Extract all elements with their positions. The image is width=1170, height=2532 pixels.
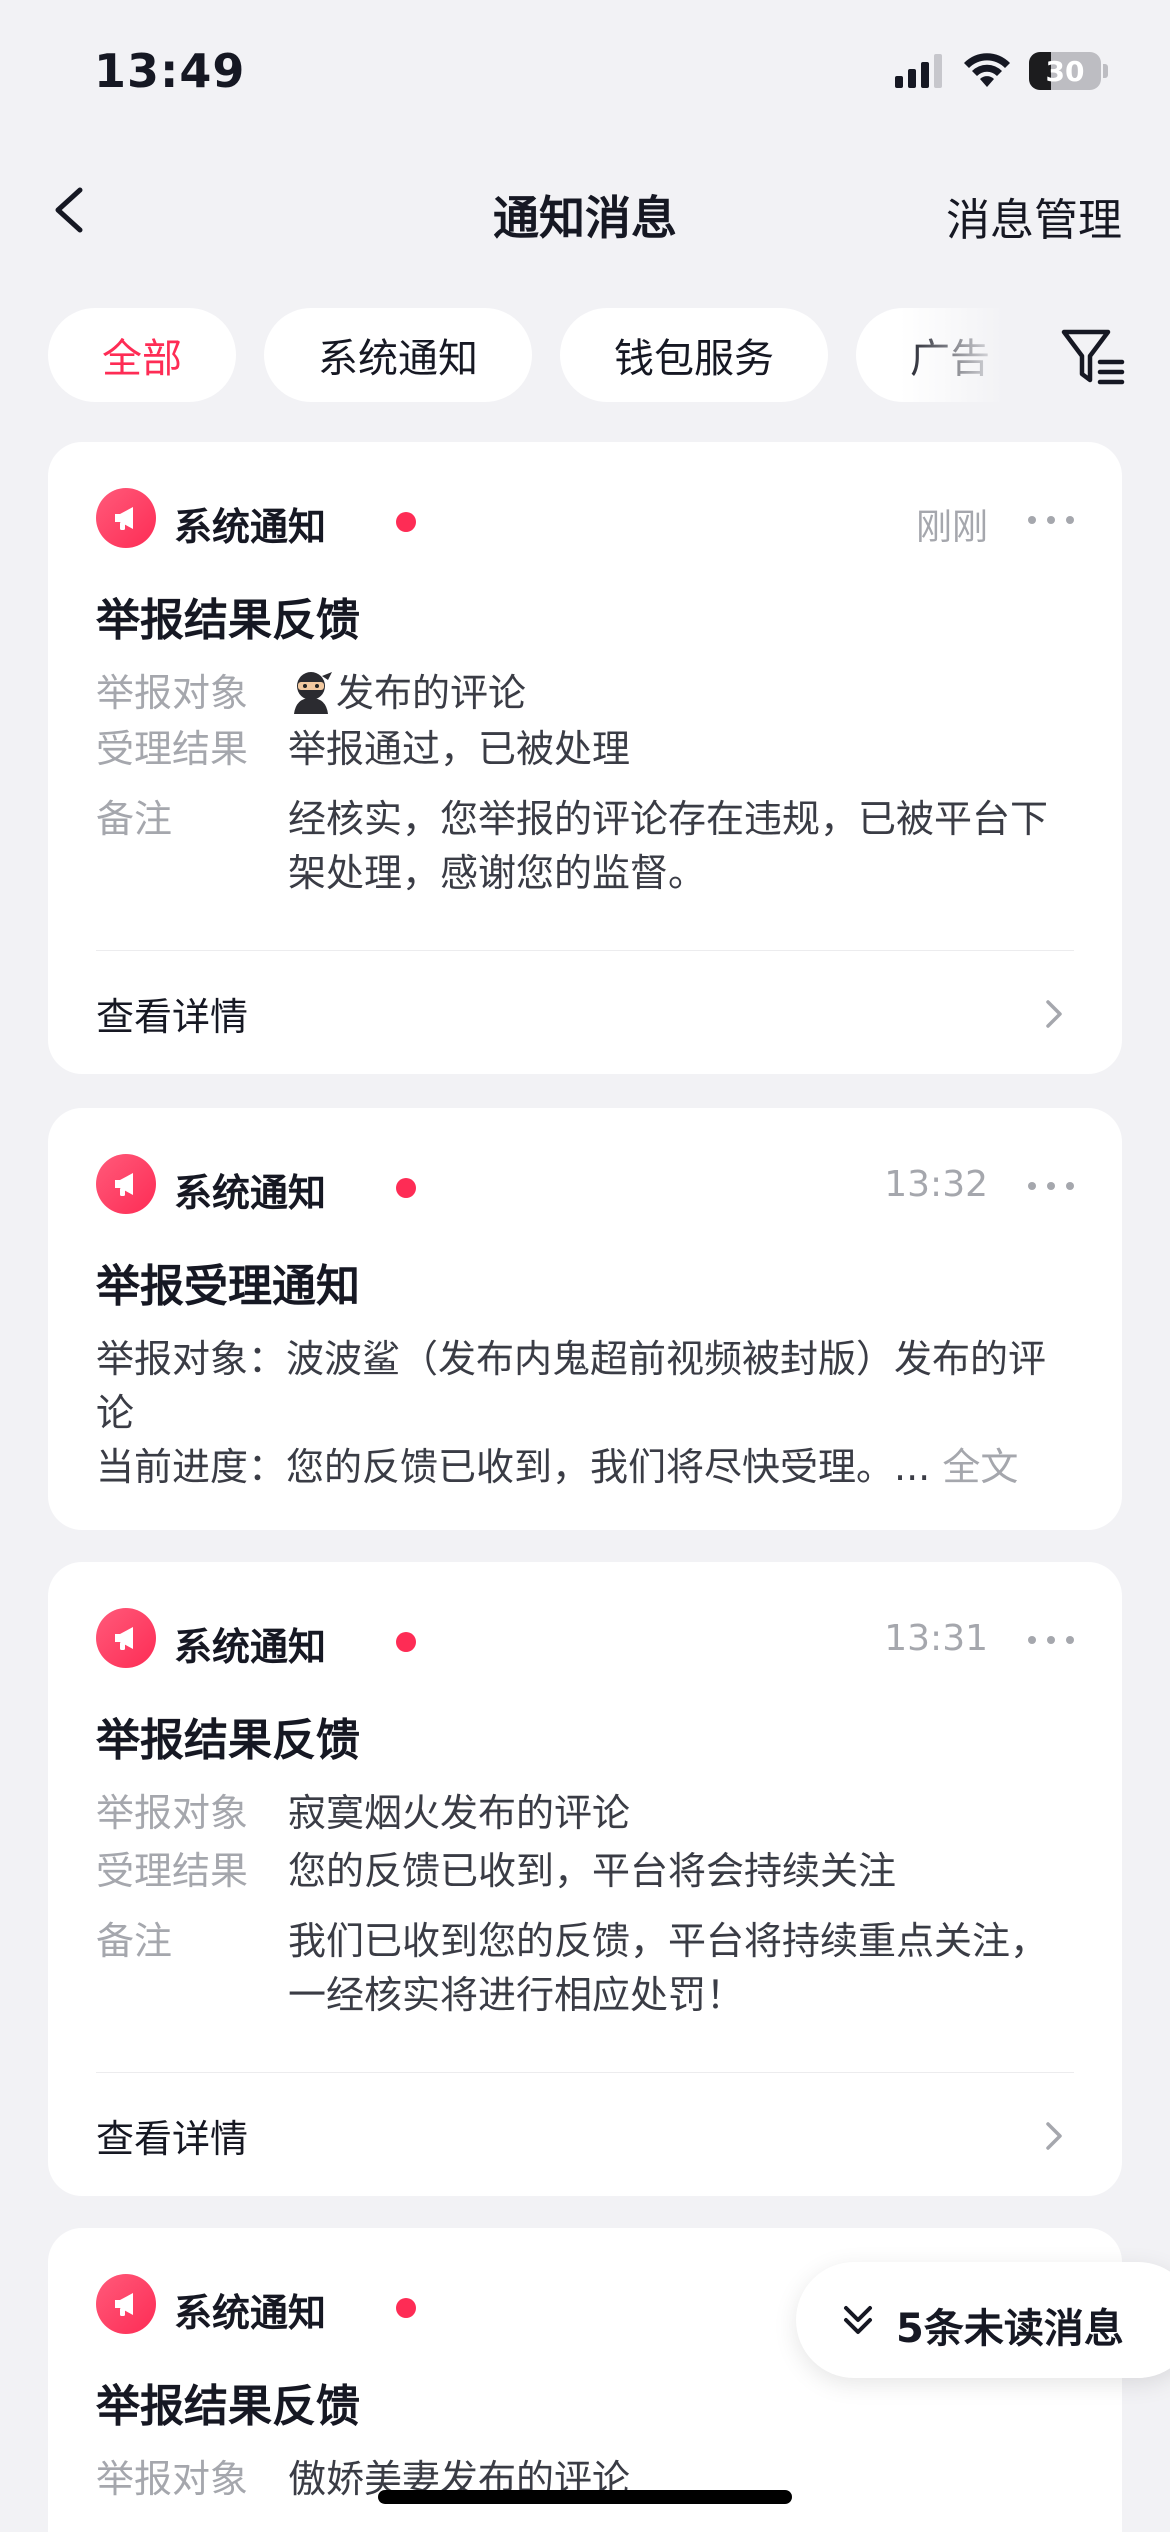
kv-row: 受理结果 举报通过，已被处理	[96, 722, 1074, 776]
chevron-right-icon	[1046, 2122, 1062, 2150]
kv-value-line: 架处理，感谢您的监督。	[288, 851, 707, 895]
kv-key: 举报对象	[96, 671, 249, 715]
filter-tabs: 全部 系统通知 钱包服务 广告	[48, 308, 1008, 404]
tab-wallet-service[interactable]: 钱包服务	[560, 308, 828, 402]
kv-row: 备注 经核实，您举报的评论存在违规，已被平台下 架处理，感谢您的监督。	[96, 792, 1074, 900]
nav-header: 通知消息 消息管理	[0, 160, 1170, 260]
report-target-text: 发布的评论	[336, 671, 527, 715]
card-time: 13:32	[884, 1164, 988, 1205]
progress-line: 当前进度：您的反馈已收到，我们将尽快受理。... 全文	[96, 1440, 1074, 1494]
tab-all[interactable]: 全部	[48, 308, 236, 402]
view-details-label: 查看详情	[96, 2117, 249, 2161]
wifi-icon	[964, 53, 1010, 87]
unread-messages-button[interactable]: 5条未读消息	[796, 2262, 1170, 2378]
card-time: 刚刚	[915, 507, 988, 548]
kv-key: 举报对象	[96, 2457, 249, 2501]
chevron-right-icon	[1046, 1000, 1062, 1028]
more-options-icon[interactable]	[1028, 516, 1074, 526]
battery-icon: 30	[1029, 52, 1101, 90]
filter-icon[interactable]	[1058, 322, 1128, 392]
kv-key: 备注	[96, 797, 173, 841]
megaphone-icon	[96, 1608, 156, 1668]
report-target-line: 举报对象：波波鲨（发布内鬼超前视频被封版）发布的评	[96, 1337, 1047, 1381]
source-name: 系统通知	[174, 1171, 327, 1215]
view-details-row[interactable]: 查看详情	[96, 974, 1074, 1054]
home-indicator[interactable]	[378, 2490, 792, 2504]
kv-value: 举报通过，已被处理	[288, 727, 631, 771]
kv-value-line: 一经核实将进行相应处罚！	[288, 1973, 745, 2017]
card-header: 系统通知 刚刚	[96, 488, 1074, 552]
kv-value: 您的反馈已收到，平台将会持续关注	[288, 1849, 897, 1893]
megaphone-icon	[96, 1154, 156, 1214]
kv-key: 受理结果	[96, 1849, 249, 1893]
notification-card[interactable]: 系统通知 13:32 举报受理通知 举报对象：波波鲨（发布内鬼超前视频被封版）发…	[48, 1108, 1122, 1530]
more-options-icon[interactable]	[1028, 1636, 1074, 1646]
card-title: 举报结果反馈	[96, 2381, 360, 2432]
kv-key: 备注	[96, 1919, 173, 1963]
card-title: 举报结果反馈	[96, 1715, 360, 1766]
unread-dot	[396, 1632, 416, 1652]
kv-value-line: 经核实，您举报的评论存在违规，已被平台下	[288, 797, 1049, 841]
notification-card[interactable]: 系统通知 刚刚 举报结果反馈 举报对象 发布的评论 受理结果 举报通过，已被处理	[48, 442, 1122, 1074]
view-details-row[interactable]: 查看详情	[96, 2096, 1074, 2176]
status-bar: 13:49 30	[0, 0, 1170, 140]
notification-card[interactable]: 系统通知 13:31 举报结果反馈 举报对象 寂寞烟火发布的评论 受理结果 您的…	[48, 1562, 1122, 2196]
more-options-icon[interactable]	[1028, 1182, 1074, 1192]
kv-row: 备注 我们已收到您的反馈，平台将持续重点关注， 一经核实将进行相应处罚！	[96, 1914, 1074, 2022]
unread-messages-label: 5条未读消息	[896, 2306, 1124, 2352]
kv-row: 举报对象 寂寞烟火发布的评论	[96, 1786, 1074, 1840]
message-management-button[interactable]: 消息管理	[946, 184, 1122, 248]
megaphone-icon	[96, 2274, 156, 2334]
unread-dot	[396, 1178, 416, 1198]
unread-dot	[396, 512, 416, 532]
kv-value: 寂寞烟火发布的评论	[288, 1791, 631, 1835]
divider	[96, 2072, 1074, 2073]
source-name: 系统通知	[174, 1625, 327, 1669]
notifications-screen: 13:49 30 通知消息 消息管理 全部 系统通知 钱包服务 系统通知 刚刚 …	[0, 0, 1170, 2532]
cellular-signal-icon	[895, 54, 942, 88]
battery-indicator: 30	[1029, 52, 1108, 90]
status-indicators: 30	[895, 52, 1108, 90]
megaphone-icon	[96, 488, 156, 548]
progress-text: 当前进度：您的反馈已收到，我们将尽快受理。...	[96, 1445, 931, 1489]
kv-row: 受理结果 您的反馈已收到，平台将会持续关注	[96, 1844, 1074, 1898]
kv-value-line: 我们已收到您的反馈，平台将持续重点关注，	[288, 1919, 1049, 1963]
status-time: 13:49	[94, 44, 246, 98]
full-text-link[interactable]: 全文	[942, 1445, 1018, 1489]
battery-level: 30	[1045, 54, 1085, 88]
double-chevron-down-icon	[844, 2306, 872, 2334]
tabs-fade-overlay	[900, 300, 1030, 410]
card-title: 举报受理通知	[96, 1261, 360, 1312]
ninja-emoji-icon	[294, 672, 332, 714]
card-header: 系统通知 13:31	[96, 1608, 1074, 1672]
divider	[96, 950, 1074, 951]
kv-row: 举报对象 发布的评论	[96, 666, 1074, 720]
card-header: 系统通知 13:32	[96, 1154, 1074, 1218]
report-target-line-cont: 论	[96, 1391, 135, 1435]
card-time: 13:31	[884, 1618, 988, 1659]
source-name: 系统通知	[174, 2291, 327, 2335]
kv-key: 举报对象	[96, 1791, 249, 1835]
source-name: 系统通知	[174, 505, 327, 549]
kv-value: 发布的评论	[288, 666, 1074, 720]
kv-key: 受理结果	[96, 727, 249, 771]
unread-dot	[396, 2298, 416, 2318]
card-title: 举报结果反馈	[96, 595, 360, 646]
tab-system-notice[interactable]: 系统通知	[264, 308, 532, 402]
view-details-label: 查看详情	[96, 995, 249, 1039]
